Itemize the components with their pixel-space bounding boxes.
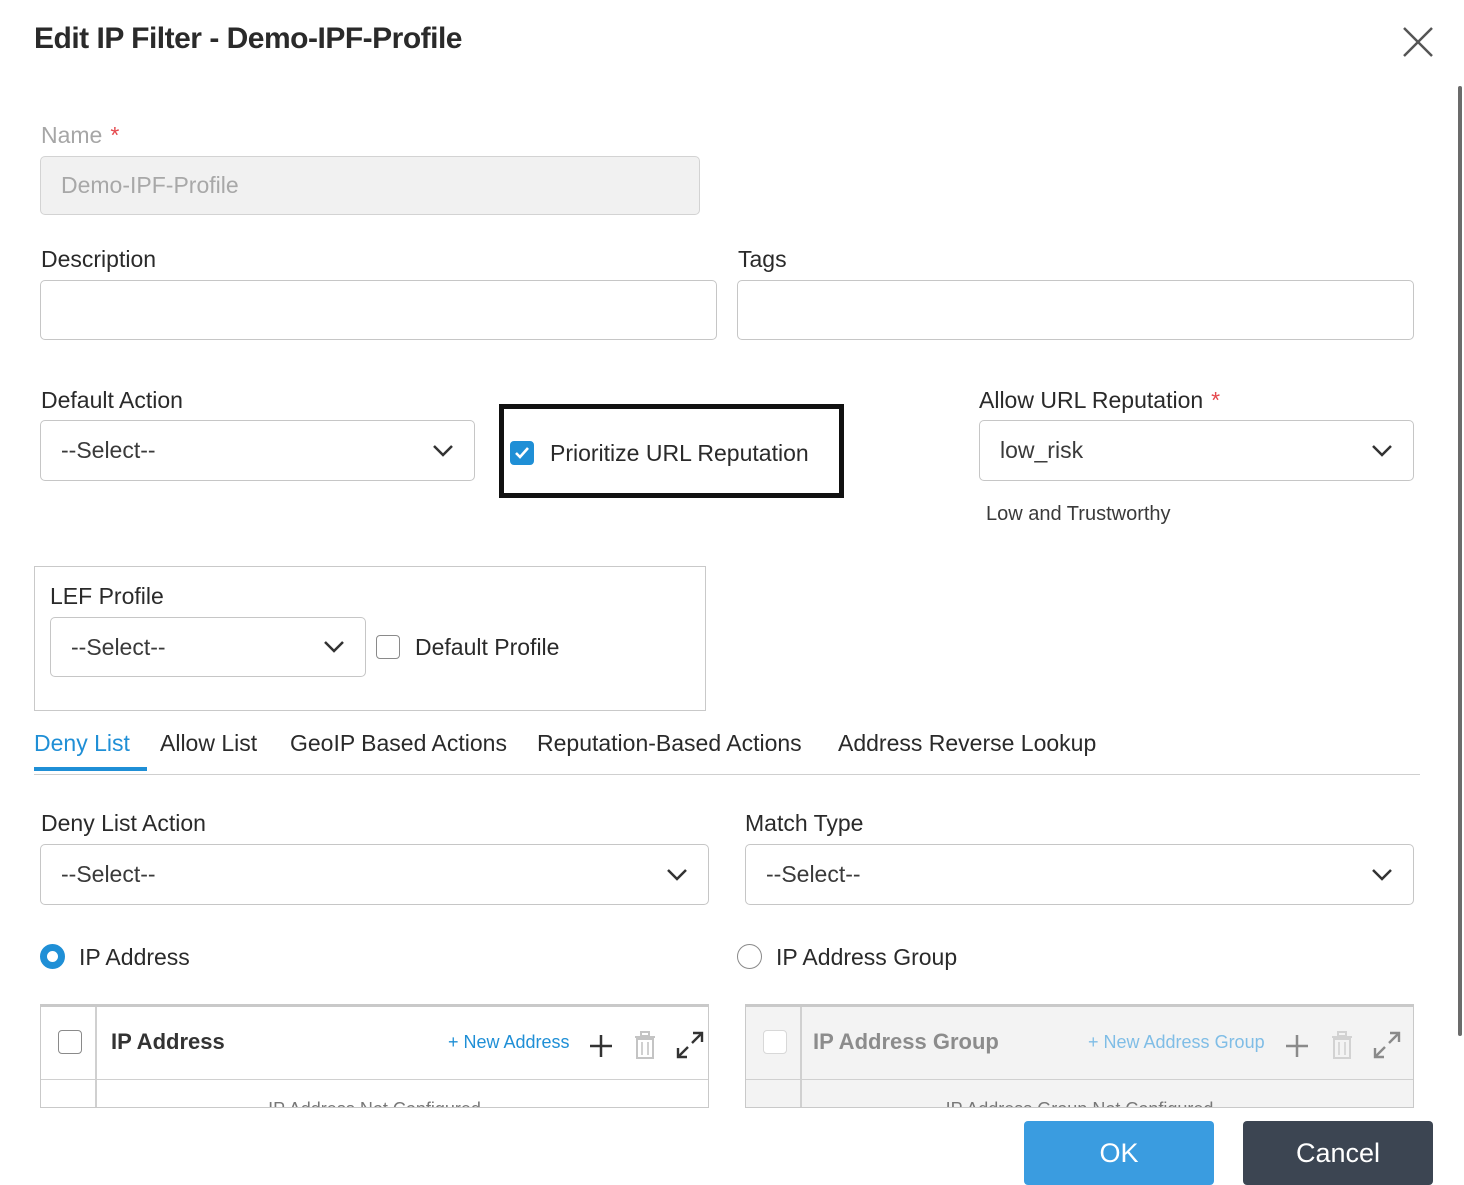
ip-address-empty-message: IP Address Not Configured bbox=[41, 1099, 708, 1107]
chevron-down-icon bbox=[1372, 444, 1392, 457]
close-button[interactable] bbox=[1398, 22, 1438, 62]
close-icon bbox=[1403, 27, 1433, 57]
name-label: Name * bbox=[41, 122, 120, 148]
lef-profile-value: --Select-- bbox=[71, 633, 166, 660]
description-input[interactable] bbox=[40, 280, 717, 340]
new-address-link[interactable]: + New Address bbox=[448, 1032, 570, 1053]
tab-geoip-based-actions[interactable]: GeoIP Based Actions bbox=[290, 730, 507, 757]
trash-icon[interactable] bbox=[1330, 1031, 1354, 1059]
allow-url-reputation-select[interactable]: low_risk bbox=[979, 420, 1414, 481]
ip-address-group-radio[interactable] bbox=[737, 944, 762, 969]
ip-address-group-table: IP Address Group + New Address Group IP … bbox=[745, 1004, 1414, 1108]
select-all-checkbox[interactable] bbox=[763, 1030, 787, 1054]
name-input[interactable]: Demo-IPF-Profile bbox=[40, 156, 700, 215]
default-action-label: Default Action bbox=[41, 387, 183, 413]
tab-reputation-based-actions[interactable]: Reputation-Based Actions bbox=[537, 730, 802, 757]
prioritize-url-reputation-label: Prioritize URL Reputation bbox=[550, 440, 809, 466]
expand-icon[interactable] bbox=[674, 1029, 706, 1061]
plus-icon[interactable] bbox=[1285, 1034, 1309, 1058]
ip-address-radio-label: IP Address bbox=[79, 944, 190, 970]
deny-list-action-select[interactable]: --Select-- bbox=[40, 844, 709, 905]
column-divider bbox=[800, 1007, 802, 1107]
ip-address-column-header: IP Address bbox=[111, 1029, 225, 1054]
scrollbar[interactable] bbox=[1458, 86, 1462, 1036]
required-mark: * bbox=[1211, 387, 1221, 413]
deny-list-action-label: Deny List Action bbox=[41, 810, 206, 836]
expand-icon[interactable] bbox=[1371, 1029, 1403, 1061]
new-address-group-link[interactable]: + New Address Group bbox=[1088, 1032, 1265, 1053]
tab-deny-list[interactable]: Deny List bbox=[34, 730, 130, 757]
description-label: Description bbox=[41, 246, 157, 272]
chevron-down-icon bbox=[324, 641, 344, 653]
chevron-down-icon bbox=[667, 868, 687, 881]
ip-address-group-radio-label: IP Address Group bbox=[776, 944, 958, 970]
trash-icon[interactable] bbox=[633, 1031, 657, 1059]
tab-allow-list[interactable]: Allow List bbox=[160, 730, 257, 757]
default-profile-checkbox[interactable] bbox=[376, 635, 400, 659]
tags-input[interactable] bbox=[737, 280, 1414, 340]
default-action-select[interactable]: --Select-- bbox=[40, 420, 475, 481]
ip-address-group-column-header: IP Address Group bbox=[813, 1029, 999, 1054]
match-type-select[interactable]: --Select-- bbox=[745, 844, 1414, 905]
required-mark: * bbox=[110, 122, 120, 148]
active-tab-indicator bbox=[34, 767, 147, 771]
ip-address-table: IP Address + New Address IP Address Not … bbox=[40, 1004, 709, 1108]
tab-address-reverse-lookup[interactable]: Address Reverse Lookup bbox=[838, 730, 1096, 757]
select-all-checkbox[interactable] bbox=[58, 1030, 82, 1054]
dialog-title: Edit IP Filter - Demo-IPF-Profile bbox=[34, 22, 463, 55]
allow-url-reputation-value: low_risk bbox=[1000, 437, 1084, 463]
tab-bar: Deny List Allow List GeoIP Based Actions… bbox=[34, 728, 1420, 775]
ip-address-radio[interactable] bbox=[40, 944, 65, 969]
deny-list-action-value: --Select-- bbox=[61, 861, 156, 887]
chevron-down-icon bbox=[1372, 868, 1392, 881]
allow-url-reputation-label: Allow URL Reputation * bbox=[979, 387, 1221, 413]
lef-profile-label: LEF Profile bbox=[50, 583, 164, 609]
ip-address-group-empty-message: IP Address Group Not Configured bbox=[746, 1099, 1413, 1107]
lef-profile-select[interactable]: --Select-- bbox=[50, 617, 366, 677]
checkmark-icon bbox=[515, 447, 529, 459]
default-action-value: --Select-- bbox=[61, 437, 156, 463]
match-type-label: Match Type bbox=[745, 810, 864, 836]
match-type-value: --Select-- bbox=[766, 861, 861, 887]
tags-label: Tags bbox=[738, 246, 787, 272]
prioritize-url-reputation-checkbox[interactable] bbox=[510, 441, 534, 465]
default-profile-label: Default Profile bbox=[415, 634, 560, 660]
column-divider bbox=[95, 1007, 97, 1107]
cancel-button[interactable]: Cancel bbox=[1243, 1121, 1433, 1185]
allow-url-reputation-hint: Low and Trustworthy bbox=[986, 503, 1171, 525]
chevron-down-icon bbox=[433, 444, 453, 457]
ok-button[interactable]: OK bbox=[1024, 1121, 1214, 1185]
name-value: Demo-IPF-Profile bbox=[61, 172, 239, 198]
plus-icon[interactable] bbox=[589, 1034, 613, 1058]
